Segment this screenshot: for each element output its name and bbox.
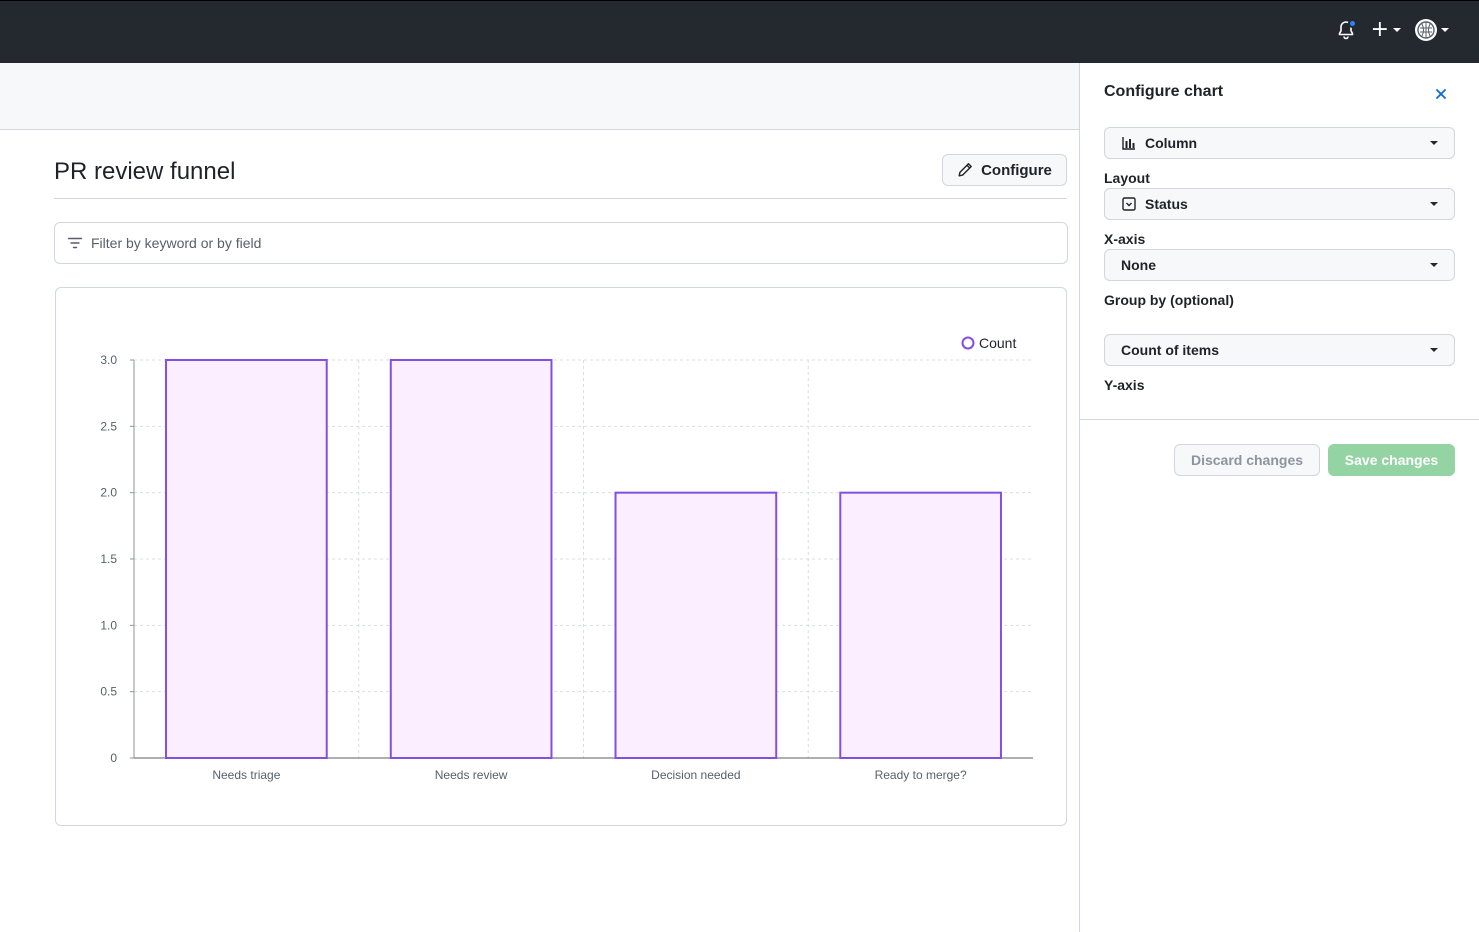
layout-value: Status <box>1145 196 1188 212</box>
x-tick-label: Ready to merge? <box>875 768 967 782</box>
bar <box>165 359 328 759</box>
bar-chart-icon <box>1121 135 1137 151</box>
y-tick-label: 0 <box>110 751 117 765</box>
filter-icon <box>67 237 83 249</box>
notification-indicator <box>1347 19 1357 28</box>
chevron-down-icon <box>1430 263 1438 267</box>
user-menu-button[interactable] <box>1415 19 1449 41</box>
filter-input[interactable]: Filter by keyword or by field <box>54 222 1068 264</box>
page-title: PR review funnel <box>54 158 236 185</box>
filter-placeholder: Filter by keyword or by field <box>91 235 262 251</box>
chart-type-value: Column <box>1145 135 1198 151</box>
yaxis-label: Y-axis <box>1104 377 1145 393</box>
legend-marker <box>961 336 975 350</box>
avatar <box>1415 19 1437 41</box>
yaxis-select[interactable]: Count of items <box>1104 334 1455 366</box>
configure-chart-panel: Configure chart Column Layout Status X-a… <box>1079 63 1479 932</box>
panel-title: Configure chart <box>1104 83 1224 100</box>
xaxis-label: X-axis <box>1104 231 1146 247</box>
chevron-down-icon <box>1393 28 1401 32</box>
x-tick-label: Decision needed <box>651 768 740 782</box>
yaxis-value: Count of items <box>1121 342 1219 358</box>
y-tick-label: 3.0 <box>100 353 117 367</box>
chevron-down-icon <box>1430 141 1438 145</box>
configure-button[interactable]: Configure <box>942 154 1067 186</box>
bar <box>389 359 553 759</box>
divider <box>1080 419 1479 420</box>
plus-icon: + <box>1370 17 1389 42</box>
view-header <box>0 63 1080 130</box>
bar <box>614 491 778 760</box>
legend-label: Count <box>979 335 1016 351</box>
y-tick-label: 0.5 <box>100 685 117 699</box>
layout-label: Layout <box>1104 170 1150 186</box>
chart-card: 0 0.5 1.0 1.5 2.0 2.5 3.0 Needs triage Needs rev… <box>55 287 1067 826</box>
chevron-down-icon <box>1430 202 1438 206</box>
bar <box>839 491 1002 760</box>
x-tick-label: Needs review <box>435 768 508 782</box>
discard-changes-button[interactable]: Discard changes <box>1174 444 1320 476</box>
close-button[interactable] <box>1432 85 1450 103</box>
xaxis-select[interactable]: None <box>1104 249 1455 281</box>
groupby-label: Group by (optional) <box>1104 292 1234 308</box>
single-select-icon <box>1121 196 1137 212</box>
xaxis-value: None <box>1121 257 1156 273</box>
chart-type-select[interactable]: Column <box>1104 127 1455 159</box>
main-content: PR review funnel Configure Filter by key… <box>0 130 1080 932</box>
top-navigation-bar: + <box>0 0 1479 63</box>
bell-icon <box>1335 19 1357 41</box>
layout-select[interactable]: Status <box>1104 188 1455 220</box>
divider <box>54 198 1067 199</box>
y-tick-label: 2.0 <box>100 486 117 500</box>
column-chart: 0 0.5 1.0 1.5 2.0 2.5 3.0 Needs triage Needs rev… <box>100 335 1033 782</box>
save-changes-button[interactable]: Save changes <box>1328 444 1455 476</box>
notifications-button[interactable] <box>1335 19 1357 41</box>
chevron-down-icon <box>1430 348 1438 352</box>
close-icon <box>1436 89 1446 99</box>
y-tick-label: 2.5 <box>100 419 117 433</box>
configure-label: Configure <box>981 161 1052 179</box>
y-tick-label: 1.0 <box>100 618 117 632</box>
y-tick-label: 1.5 <box>100 552 117 566</box>
x-tick-label: Needs triage <box>212 768 280 782</box>
create-new-button[interactable]: + <box>1371 19 1401 41</box>
chevron-down-icon <box>1441 28 1449 32</box>
pencil-icon <box>958 163 972 177</box>
top-icons: + <box>1335 19 1449 41</box>
